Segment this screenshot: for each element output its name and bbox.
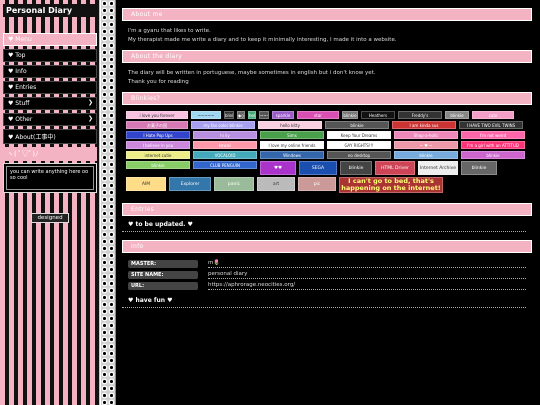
blinkie-image: VOCALOID <box>193 151 257 160</box>
blinkie-image: Explorer <box>169 177 211 192</box>
chevron-right-icon: ❯ <box>87 99 93 106</box>
blinkie-image: I HAVE TWO EVIL TWINS <box>459 121 523 130</box>
blinkie-image: no desktop <box>327 151 391 160</box>
sidebar-item-top[interactable]: ♥ Top <box>3 49 97 62</box>
blinkie-image: I love my online friends <box>260 141 324 150</box>
sidebar-item-label: About(工事中) <box>15 134 56 141</box>
blinkie-image: hello kitty <box>258 121 322 130</box>
blinkie-image: Heathers <box>361 111 395 120</box>
info-key: SITE NAME: <box>128 270 198 279</box>
blinkie-image: star <box>297 111 339 120</box>
designed-button[interactable]: designed <box>31 213 69 223</box>
about-me-line: My therapist made me write a diary and t… <box>128 36 397 43</box>
blinkie-image: ~ ♥ ~ <box>394 141 458 150</box>
blinkie-image: art <box>257 177 295 192</box>
sidebar-item-label: Top <box>15 52 26 59</box>
info-row-site-name: SITE NAME: personal diary <box>128 270 526 279</box>
site-title: Personal Diary <box>3 4 97 17</box>
blinkie-image: cute <box>472 111 514 120</box>
blinkie-image: panic <box>214 177 254 192</box>
menu-label: Menu <box>15 36 32 43</box>
blinkie-image: Shop-a-holic <box>394 131 458 140</box>
sidebar-item-entries[interactable]: ♥ Entries <box>3 81 97 94</box>
blinkie-image: I am kinda sus <box>392 121 456 130</box>
blinkie-image: hi ily <box>193 131 257 140</box>
blinkie-image: I Hate Pop Ups <box>126 131 190 140</box>
blinkie-image: blinkie <box>461 151 525 160</box>
blinkie-image: i love you forever <box>126 111 188 120</box>
sidebar-item-label: Entries <box>15 84 37 91</box>
blinkie-image: Freddy's <box>398 111 442 120</box>
blinkies-heading: Blinkies? <box>122 92 532 106</box>
blinkie-image: SEGA <box>299 161 337 176</box>
blinkie-image: Internet Archive <box>418 161 458 176</box>
blinkie-image: sparkle <box>272 111 294 120</box>
info-key: URL: <box>128 281 198 290</box>
info-value: m🌷 <box>208 260 526 268</box>
blinkie-image: ~~~~ <box>259 111 269 120</box>
blinkie-image: Windows <box>260 151 324 160</box>
blinkie-image: blinkie <box>325 121 389 130</box>
info-heading: info <box>122 240 532 254</box>
blinkie-image: blinkie <box>461 161 497 176</box>
info-key: MASTER: <box>128 259 198 268</box>
blinkie-image: internet cutie <box>126 151 190 160</box>
info-row-master: MASTER: m🌷 <box>128 259 526 268</box>
sidebar-item-label: Other <box>15 116 33 123</box>
blinkie-image: ♥♥ <box>260 161 296 176</box>
blinkie-image: ~~~~~ <box>191 111 221 120</box>
sidebar: Personal Diary ♥ Menu ♥ Top ♥ Info ♥ Ent… <box>3 4 97 223</box>
about-me-heading: About me <box>122 8 532 21</box>
blinkie-image: pic <box>298 177 336 192</box>
lace-border <box>100 0 116 405</box>
about-diary-line: Thank you for reading <box>128 78 189 85</box>
have-fun-line: ♥ have fun ♥ <box>122 292 526 309</box>
note-text: you can write anything here oo so cool <box>6 166 94 190</box>
blinkie-image: blinkie <box>342 111 358 120</box>
chevron-right-icon: ❯ <box>87 115 93 122</box>
blinkie-image: blinkie <box>445 111 469 120</box>
info-value: personal diary <box>208 271 526 279</box>
about-diary-body: The diary will be written in portuguese,… <box>122 63 532 92</box>
sidebar-item-label: Info <box>15 68 27 75</box>
blinkie-image: blinkie <box>340 161 372 176</box>
blinkie-image: I'm not weird <box>461 131 525 140</box>
blinkie-image: ◆◇◆ <box>237 111 245 120</box>
info-table: MASTER: m🌷 SITE NAME: personal diary URL… <box>122 253 532 290</box>
info-row-url: URL: https://aphrorage.neocities.org/ <box>128 281 526 290</box>
sidebar-item-other[interactable]: ♥ Other ❯ <box>3 113 97 126</box>
blinkie-image: blinkie <box>224 111 234 120</box>
info-url-link[interactable]: https://aphrorage.neocities.org/ <box>208 282 526 290</box>
sidebar-item-info[interactable]: ♥ Info <box>3 65 97 78</box>
sidebar-item-label: Stuff <box>15 100 30 107</box>
about-diary-heading: About the diary <box>122 50 532 64</box>
entries-line: ♥ to be updated. ♥ <box>122 216 526 233</box>
blinkie-image: my fav color blinkie <box>191 121 255 130</box>
blinkie-image: kawaii <box>193 141 257 150</box>
blinkie-image: お菓子の国 <box>126 121 188 130</box>
about-me-line: I'm a gyaru that likes to write. <box>128 28 211 34</box>
blinkie-image: CLUB PENGUIN <box>193 161 257 170</box>
blinkie-image: AIM <box>126 177 166 192</box>
blinkie-image: blinkie <box>394 151 458 160</box>
menu-header: ♥ Menu <box>3 33 97 46</box>
blinkie-image: Keep Your Dreams <box>327 131 391 140</box>
kaomoji-banner: ヽ( ﾟ▽ﾟ)ﾉ <box>3 147 97 161</box>
blinkie-image: hello <box>248 111 256 120</box>
blinkie-image: Sims <box>260 131 324 140</box>
sidebar-item-stuff[interactable]: ♥ Stuff ❯ <box>3 97 97 110</box>
blinkie-image: GAY RIGHTS!!! <box>327 141 391 150</box>
blinkie-image: blinkie <box>126 161 190 170</box>
blinkies-grid: i love you forever~~~~~blinkie◆◇◆hello~~… <box>122 105 534 197</box>
blinkie-image: I believe in you <box>126 141 190 150</box>
blinkie-image: HTML Driver <box>375 161 415 176</box>
about-me-body: I'm a gyaru that likes to write. My ther… <box>122 21 532 50</box>
blinkie-image: I'm a girl with an ATTITUD <box>461 141 525 150</box>
entries-heading: Entries <box>122 203 532 217</box>
about-diary-line: The diary will be written in portuguese,… <box>128 70 376 77</box>
sidebar-item-about[interactable]: ♥ About(工事中) <box>3 129 97 144</box>
note-box: you can write anything here oo so cool <box>3 163 97 193</box>
main-content: About me I'm a gyaru that likes to write… <box>122 8 534 309</box>
blinkie-image: I can't go to bed, that's happening on t… <box>339 177 443 194</box>
